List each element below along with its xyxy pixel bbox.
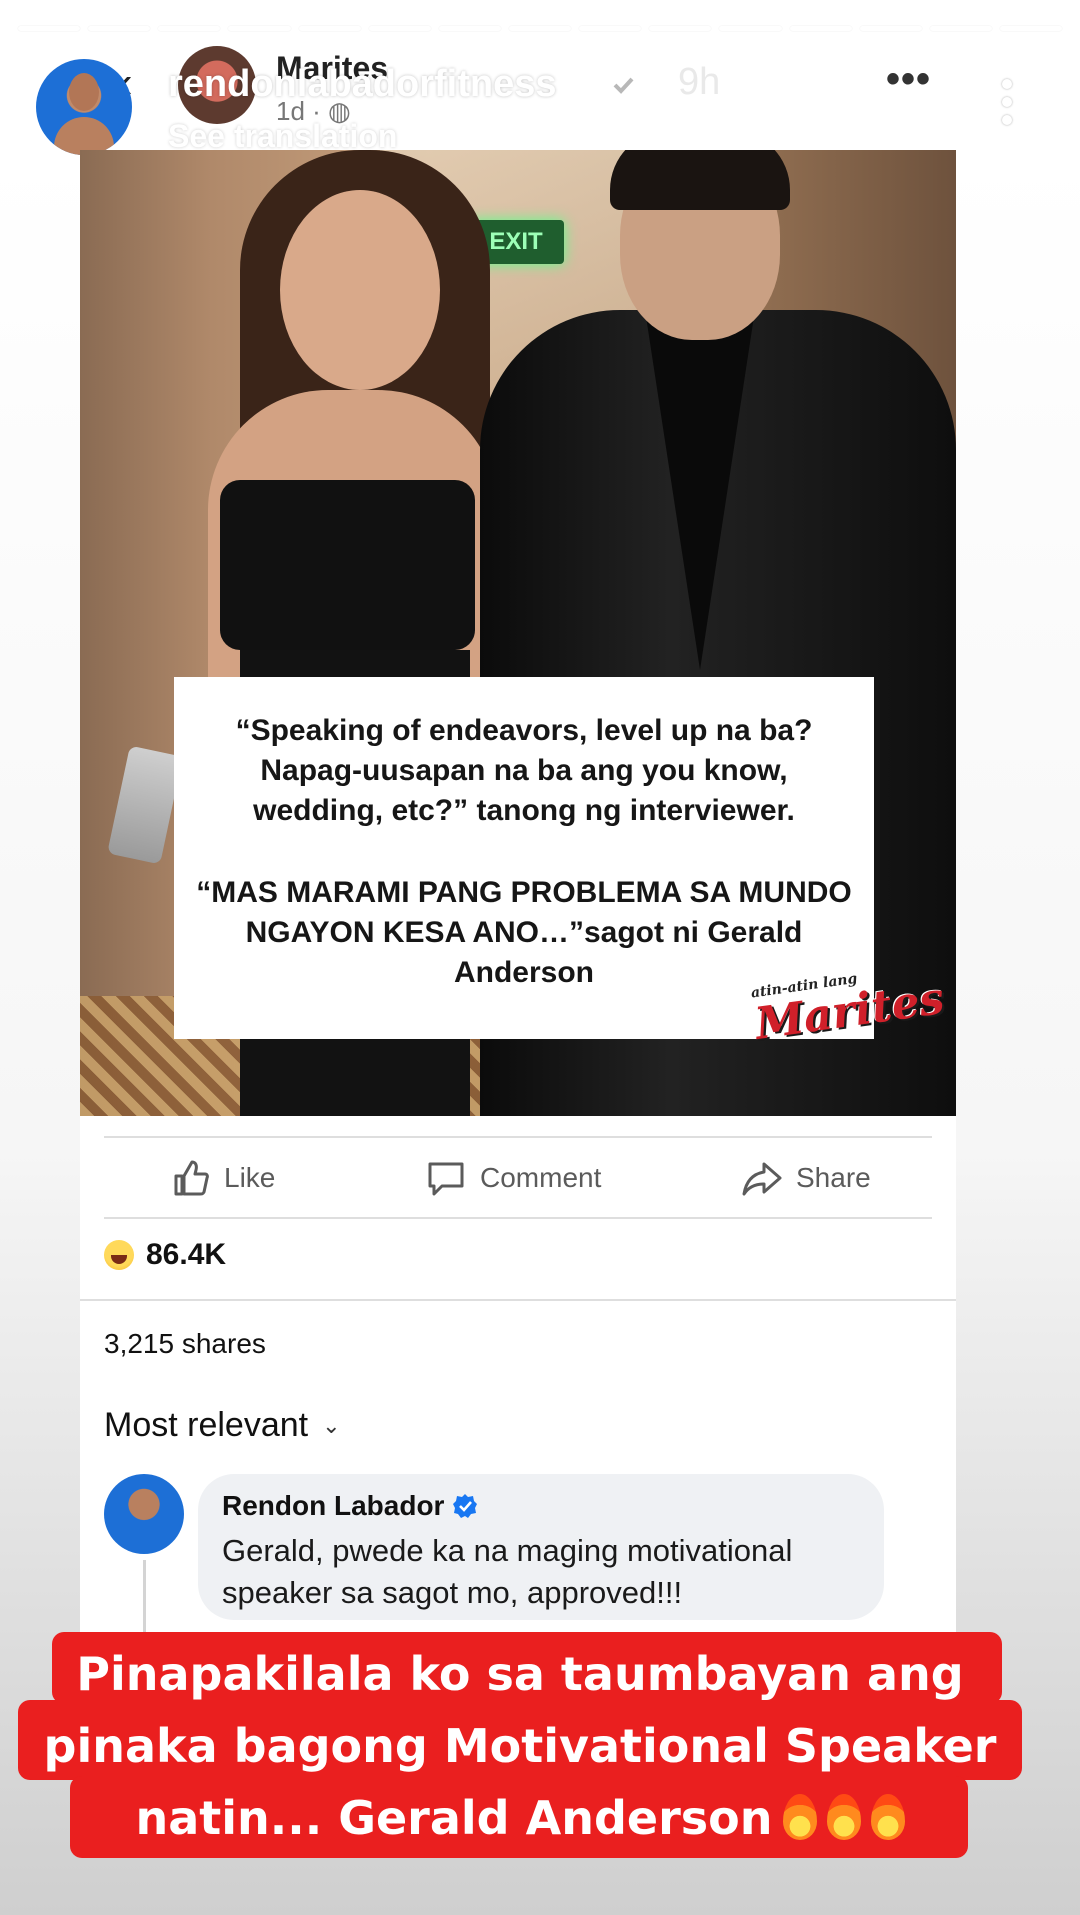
story-username[interactable]: rendonlabadorfitness (168, 63, 557, 106)
woman-dress (220, 480, 475, 650)
caption-line-3: natin... Gerald Anderson (18, 1782, 1022, 1854)
thumbs-up-icon (174, 1160, 209, 1196)
comment-avatar[interactable] (104, 1474, 184, 1554)
sort-label: Most relevant (104, 1406, 309, 1444)
story-caption: Pinapakilala ko sa taumbayan ang pinaka … (18, 1632, 1022, 1864)
man-hair (610, 150, 790, 210)
comment-sort-dropdown[interactable]: Most relevant ⌄ (104, 1406, 341, 1445)
story-avatar[interactable] (36, 59, 132, 155)
comment-bubble: Rendon Labador Gerald, pwede ka na magin… (198, 1474, 884, 1620)
share-button[interactable]: Share (740, 1158, 871, 1198)
comment-author-name: Rendon Labador (222, 1490, 445, 1521)
progress-segment (579, 26, 642, 31)
reactions-summary[interactable]: 86.4K (104, 1238, 226, 1272)
progress-segment (649, 26, 712, 31)
progress-segment (228, 26, 291, 31)
shares-count[interactable]: 3,215 shares (104, 1328, 266, 1360)
verified-icon (604, 67, 642, 103)
progress-segment (298, 26, 361, 31)
comment-text: Gerald, pwede ka na maging motivational … (222, 1533, 793, 1610)
progress-segment (368, 26, 431, 31)
progress-segment (88, 26, 151, 31)
chevron-down-icon: ⌄ (322, 1412, 341, 1438)
story-header: rendonlabadorfitness 9h ••• (0, 55, 1080, 165)
comment-icon (428, 1162, 464, 1196)
progress-segment (859, 26, 922, 31)
haha-emoji-icon (104, 1240, 134, 1270)
progress-segment (929, 26, 992, 31)
progress-segment (158, 26, 221, 31)
progress-segment (18, 26, 81, 31)
divider (80, 1299, 956, 1301)
kebab-menu-icon[interactable] (1000, 79, 1014, 129)
progress-segment (508, 26, 572, 31)
share-icon (742, 1162, 782, 1196)
progress-segment (438, 26, 501, 31)
progress-segment (999, 26, 1063, 31)
comment-button[interactable]: Comment (424, 1158, 601, 1198)
fire-emoji-icon (826, 1794, 861, 1840)
quote-answer: “MAS MARAMI PANG PROBLEMA SA MUNDO NGAYO… (196, 876, 852, 989)
verified-badge-icon (453, 1494, 478, 1518)
caption-line-1: Pinapakilala ko sa taumbayan ang (76, 1647, 964, 1701)
quote-question: “Speaking of endeavors, level up na ba? … (235, 714, 813, 827)
fire-emoji-icon (870, 1794, 905, 1840)
divider (104, 1217, 932, 1219)
woman-face (280, 190, 440, 390)
more-options-icon[interactable]: ••• (886, 57, 931, 102)
like-button[interactable]: Like (168, 1158, 275, 1198)
story-progress-bar (18, 26, 1063, 31)
caption-line-3-text: natin... Gerald Anderson (135, 1791, 773, 1845)
story-time: 9h (678, 61, 721, 103)
comment-author[interactable]: Rendon Labador (222, 1490, 478, 1522)
comment-label: Comment (480, 1162, 602, 1193)
caption-line-2: pinaka bagong Motivational Speaker (43, 1719, 997, 1773)
progress-segment (789, 26, 852, 31)
like-label: Like (224, 1162, 276, 1193)
fire-emoji-icon (782, 1794, 817, 1840)
post-image: EXIT “Speaking of endeavors, level up na… (80, 150, 956, 1116)
clutch-bag (107, 745, 183, 865)
divider (104, 1136, 932, 1138)
progress-segment (719, 26, 782, 31)
reaction-count: 86.4K (146, 1238, 227, 1271)
share-label: Share (796, 1162, 871, 1193)
